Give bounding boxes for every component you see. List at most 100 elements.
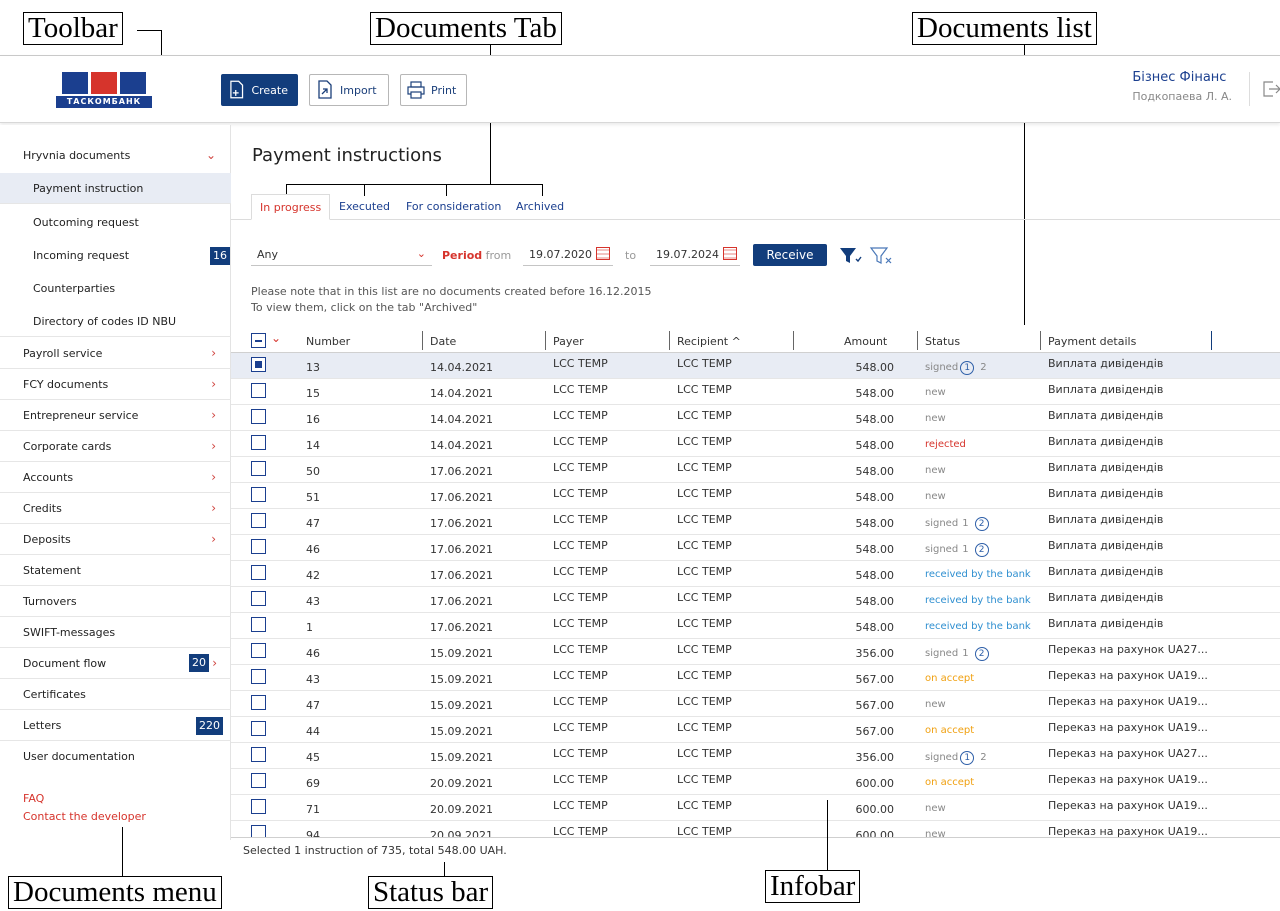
row-checkbox[interactable]: [251, 357, 266, 372]
cell-payment-details: Виплата дивідендів: [1048, 539, 1164, 552]
calendar-icon[interactable]: [596, 247, 610, 260]
user-info[interactable]: Бізнес Фінанс Подкопаева Л. А.: [1132, 70, 1232, 103]
row-checkbox[interactable]: [251, 747, 266, 762]
row-checkbox[interactable]: [251, 409, 266, 424]
import-button[interactable]: Import: [309, 74, 389, 106]
table-row[interactable]: 16 14.04.2021 LCC TEMP LCC TEMP 548.00 Виплат…: [231, 405, 1280, 431]
table-row[interactable]: 13 14.04.2021 LCC TEMP LCC TEMP 548.00 Виплат…: [231, 353, 1280, 379]
filter-icon[interactable]: [838, 246, 862, 266]
sidebar-item-corporate-cards[interactable]: Corporate cards ›: [0, 431, 231, 462]
row-checkbox[interactable]: [251, 383, 266, 398]
select-all-checkbox[interactable]: [251, 333, 266, 348]
cell-date: 14.04.2021: [430, 361, 493, 374]
row-checkbox[interactable]: [251, 513, 266, 528]
tab-archived[interactable]: Archived: [508, 194, 572, 220]
row-checkbox[interactable]: [251, 825, 266, 837]
table-row[interactable]: 42 17.06.2021 LCC TEMP LCC TEMP 548.00 Виплат…: [231, 561, 1280, 587]
row-checkbox[interactable]: [251, 773, 266, 788]
table-row[interactable]: 50 17.06.2021 LCC TEMP LCC TEMP 548.00 Виплат…: [231, 457, 1280, 483]
col-status[interactable]: Status: [925, 335, 960, 348]
col-payer[interactable]: Payer: [553, 335, 584, 348]
sidebar-item-directory-codes[interactable]: Directory of codes ID NBU: [0, 306, 231, 337]
col-amount[interactable]: Amount: [844, 335, 887, 348]
tab-executed[interactable]: Executed: [331, 194, 398, 220]
cell-amount: 548.00: [855, 491, 895, 504]
table-row[interactable]: 46 17.06.2021 LCC TEMP LCC TEMP 548.00 Виплат…: [231, 535, 1280, 561]
status-text: signed: [925, 362, 959, 373]
sidebar-item-letters[interactable]: Letters 220: [0, 710, 231, 741]
bank-logo[interactable]: ТАСКОМБАНК: [56, 72, 152, 108]
signature-pending-icon: 2: [974, 517, 989, 531]
calendar-icon[interactable]: [723, 247, 737, 260]
col-number[interactable]: Number: [306, 335, 350, 348]
table-row[interactable]: 14 14.04.2021 LCC TEMP LCC TEMP 548.00 Виплат…: [231, 431, 1280, 457]
sidebar-item-incoming-request[interactable]: Incoming request 16: [0, 240, 231, 271]
table-row[interactable]: 15 14.04.2021 LCC TEMP LCC TEMP 548.00 Виплат…: [231, 379, 1280, 405]
date-from-field[interactable]: 19.07.2020: [523, 244, 613, 266]
col-recipient[interactable]: Recipient ^: [677, 335, 741, 348]
row-checkbox[interactable]: [251, 487, 266, 502]
sidebar-item-counterparties[interactable]: Counterparties: [0, 273, 231, 304]
sidebar-item-entrepreneur-service[interactable]: Entrepreneur service ›: [0, 400, 231, 431]
cell-recipient: LCC TEMP: [677, 435, 732, 448]
table-row[interactable]: 1 17.06.2021 LCC TEMP LCC TEMP 548.00 Виплата…: [231, 613, 1280, 639]
faq-link[interactable]: FAQ: [23, 792, 44, 805]
table-row[interactable]: 43 17.06.2021 LCC TEMP LCC TEMP 548.00 Виплат…: [231, 587, 1280, 613]
row-checkbox[interactable]: [251, 591, 266, 606]
sidebar-item-outcoming-request[interactable]: Outcoming request: [0, 207, 231, 238]
row-checkbox[interactable]: [251, 695, 266, 710]
row-checkbox[interactable]: [251, 799, 266, 814]
print-button[interactable]: Print: [400, 74, 467, 106]
sidebar-item-payment-instruction[interactable]: Payment instruction: [0, 173, 231, 204]
table-row[interactable]: 71 20.09.2021 LCC TEMP LCC TEMP 600.00 Перека…: [231, 795, 1280, 821]
sidebar-item-document-flow[interactable]: Document flow 20 ›: [0, 648, 231, 679]
row-checkbox[interactable]: [251, 539, 266, 554]
table-row[interactable]: 69 20.09.2021 LCC TEMP LCC TEMP 600.00 Перека…: [231, 769, 1280, 795]
table-row[interactable]: 46 15.09.2021 LCC TEMP LCC TEMP 356.00 Перека…: [231, 639, 1280, 665]
table-row[interactable]: 47 17.06.2021 LCC TEMP LCC TEMP 548.00 Виплат…: [231, 509, 1280, 535]
sidebar-item-deposits[interactable]: Deposits ›: [0, 524, 231, 555]
sidebar-item-user-documentation[interactable]: User documentation: [0, 741, 231, 772]
create-button[interactable]: Create: [221, 74, 298, 106]
cell-recipient: LCC TEMP: [677, 487, 732, 500]
sidebar-item-label: Accounts: [23, 470, 74, 484]
sidebar-item-statement[interactable]: Statement: [0, 555, 231, 586]
sidebar-item-certificates[interactable]: Certificates: [0, 679, 231, 710]
period-label: Period from: [442, 249, 511, 262]
table-row[interactable]: 43 15.09.2021 LCC TEMP LCC TEMP 567.00 Перека…: [231, 665, 1280, 691]
clear-filter-icon[interactable]: [869, 246, 893, 266]
cell-date: 14.04.2021: [430, 413, 493, 426]
sidebar-item-payroll-service[interactable]: Payroll service ›: [0, 338, 231, 369]
sidebar-item-fcy-documents[interactable]: FCY documents ›: [0, 369, 231, 400]
row-checkbox[interactable]: [251, 617, 266, 632]
select-menu-chevron[interactable]: ⌄: [271, 331, 281, 345]
tab-for-consideration[interactable]: For consideration: [398, 194, 509, 220]
row-checkbox[interactable]: [251, 721, 266, 736]
table-row[interactable]: 45 15.09.2021 LCC TEMP LCC TEMP 356.00 Перека…: [231, 743, 1280, 769]
table-row[interactable]: 51 17.06.2021 LCC TEMP LCC TEMP 548.00 Виплат…: [231, 483, 1280, 509]
row-checkbox[interactable]: [251, 435, 266, 450]
contact-developer-link[interactable]: Contact the developer: [23, 810, 146, 823]
table-row[interactable]: 94 20.09.2021 LCC TEMP LCC TEMP 600.00 Перека…: [231, 821, 1280, 837]
row-checkbox[interactable]: [251, 669, 266, 684]
receive-button[interactable]: Receive: [753, 244, 827, 266]
sidebar-item-swift-messages[interactable]: SWIFT-messages: [0, 617, 231, 648]
col-date[interactable]: Date: [430, 335, 456, 348]
row-checkbox[interactable]: [251, 461, 266, 476]
document-type-select[interactable]: Any ⌄: [251, 244, 432, 266]
table-row[interactable]: 47 15.09.2021 LCC TEMP LCC TEMP 567.00 Перека…: [231, 691, 1280, 717]
col-payment-details[interactable]: Payment details: [1048, 335, 1136, 348]
cell-amount: 600.00: [855, 829, 895, 837]
row-checkbox[interactable]: [251, 565, 266, 580]
sidebar-item-label: Hryvnia documents: [23, 148, 131, 162]
table-row[interactable]: 44 15.09.2021 LCC TEMP LCC TEMP 567.00 Перека…: [231, 717, 1280, 743]
sidebar-item-credits[interactable]: Credits ›: [0, 493, 231, 524]
tab-in-progress[interactable]: In progress: [251, 194, 331, 220]
sidebar-item-accounts[interactable]: Accounts ›: [0, 462, 231, 493]
sidebar-item-label: Deposits: [23, 532, 71, 546]
date-to-field[interactable]: 19.07.2024: [650, 244, 740, 266]
row-checkbox[interactable]: [251, 643, 266, 658]
sidebar-item-hryvnia-documents[interactable]: Hryvnia documents ⌄: [0, 139, 231, 171]
sidebar-item-turnovers[interactable]: Turnovers: [0, 586, 231, 617]
logout-icon[interactable]: [1261, 80, 1280, 98]
